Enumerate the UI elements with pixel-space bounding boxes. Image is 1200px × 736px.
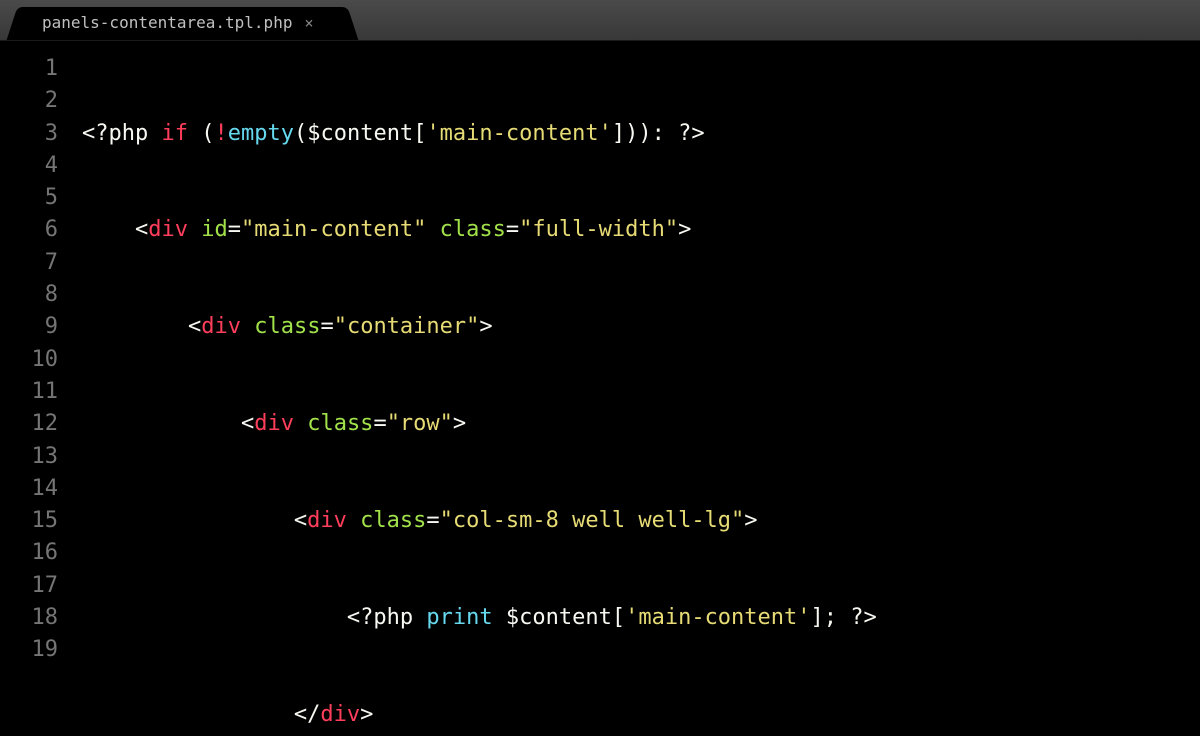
line-number: 6 (0, 214, 58, 246)
line-number: 9 (0, 311, 58, 343)
code-line[interactable]: <?php print $content['main-content']; ?> (82, 602, 1200, 634)
code-line[interactable]: <div class="container"> (82, 311, 1200, 343)
code-line[interactable]: <div class="row"> (82, 408, 1200, 440)
line-number: 1 (0, 53, 58, 85)
code-line[interactable]: <div class="col-sm-8 well well-lg"> (82, 505, 1200, 537)
tab-bar: panels-contentarea.tpl.php × (0, 0, 1200, 41)
code-line[interactable]: <div id="main-content" class="full-width… (82, 214, 1200, 246)
gutter: 1 2 3 4 5 6 7 8 9 10 11 12 13 14 15 16 1… (0, 53, 64, 736)
code-area[interactable]: <?php if (!empty($content['main-content'… (64, 53, 1200, 736)
code-line[interactable]: </div> (82, 699, 1200, 731)
tab-filename: panels-contentarea.tpl.php (42, 7, 292, 39)
line-number: 12 (0, 408, 58, 440)
line-number: 19 (0, 634, 58, 666)
line-number: 7 (0, 247, 58, 279)
line-number: 15 (0, 505, 58, 537)
line-number: 14 (0, 473, 58, 505)
line-number: 16 (0, 537, 58, 569)
line-number: 17 (0, 570, 58, 602)
tab-file[interactable]: panels-contentarea.tpl.php × (22, 7, 343, 40)
line-number: 13 (0, 441, 58, 473)
line-number: 11 (0, 376, 58, 408)
line-number: 3 (0, 118, 58, 150)
line-number: 4 (0, 150, 58, 182)
line-number: 8 (0, 279, 58, 311)
close-icon[interactable]: × (304, 7, 313, 39)
code-line[interactable]: <?php if (!empty($content['main-content'… (82, 118, 1200, 150)
editor[interactable]: 1 2 3 4 5 6 7 8 9 10 11 12 13 14 15 16 1… (0, 41, 1200, 736)
line-number: 18 (0, 602, 58, 634)
line-number: 2 (0, 85, 58, 117)
line-number: 10 (0, 344, 58, 376)
line-number: 5 (0, 182, 58, 214)
